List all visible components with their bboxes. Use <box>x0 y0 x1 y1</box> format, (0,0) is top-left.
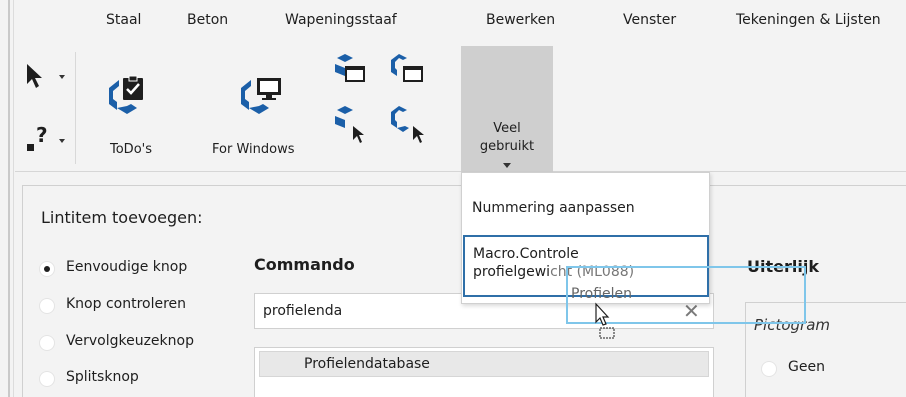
radio-button[interactable] <box>39 261 55 277</box>
svg-text:?: ? <box>36 124 48 147</box>
commando-results-list: Profielendatabase <box>254 347 714 397</box>
for-windows-label: For Windows <box>212 142 295 157</box>
veel-gebruikt-button[interactable]: Veel gebruikt <box>461 46 553 172</box>
ribbon-panel: ? ToDo's For Windows Veel gebruikt <box>15 44 906 172</box>
window-arrow-icon[interactable] <box>333 106 369 146</box>
menu-item-line1: Macro.Controle <box>473 246 579 262</box>
list-item[interactable]: Profielendatabase <box>259 351 709 377</box>
radio-button[interactable] <box>39 335 55 351</box>
tab-wapeningsstaaf[interactable]: Wapeningsstaaf <box>285 12 397 28</box>
question-pointer-icon[interactable]: ? <box>25 124 69 156</box>
chevron-down-icon <box>503 163 511 168</box>
menu-item-line2-prefix: profielgewi <box>473 264 551 280</box>
ribbon-separator <box>75 52 76 164</box>
left-edge-strip <box>0 0 14 397</box>
veel-gebruikt-label-line2: gebruikt <box>479 139 535 154</box>
todos-label: ToDo's <box>110 142 152 157</box>
drag-preview-label: Profielen <box>571 286 633 302</box>
veel-gebruikt-label-line1: Veel <box>493 121 521 136</box>
tab-bewerken[interactable]: Bewerken <box>486 12 555 28</box>
todo-clipboard-icon <box>109 75 143 114</box>
window-icon[interactable] <box>389 52 425 88</box>
panel-title: Lintitem toevoegen: <box>41 208 203 227</box>
left-edge-accent <box>8 0 10 397</box>
commando-heading: Commando <box>254 255 355 274</box>
option-label: Vervolgkeuzeknop <box>66 333 194 349</box>
option-label: Eenvoudige knop <box>66 259 188 275</box>
monitor-icon <box>241 78 281 114</box>
tab-venster[interactable]: Venster <box>623 12 676 28</box>
radio-button[interactable] <box>39 371 55 387</box>
option-label: Splitsknop <box>66 369 139 385</box>
tab-tekeningen-lijsten[interactable]: Tekeningen & Lijsten <box>736 12 881 28</box>
menu-item-nummering-aanpassen[interactable]: Nummering aanpassen <box>472 200 635 216</box>
tab-staal[interactable]: Staal <box>106 12 141 28</box>
window-icon[interactable] <box>333 54 369 88</box>
tab-beton[interactable]: Beton <box>187 12 228 28</box>
option-label: Knop controleren <box>66 296 187 312</box>
radio-button[interactable] <box>39 298 55 314</box>
drag-cursor-icon <box>595 302 615 339</box>
window-arrow-icon[interactable] <box>389 104 429 148</box>
option-label: Geen <box>788 359 825 375</box>
ribbon-tab-bar: Staal Beton Wapeningsstaaf Bewerken Vens… <box>15 0 906 44</box>
radio-button[interactable] <box>761 361 777 377</box>
list-item-label: Profielendatabase <box>304 356 430 372</box>
arrow-pointer-icon[interactable] <box>25 62 69 90</box>
